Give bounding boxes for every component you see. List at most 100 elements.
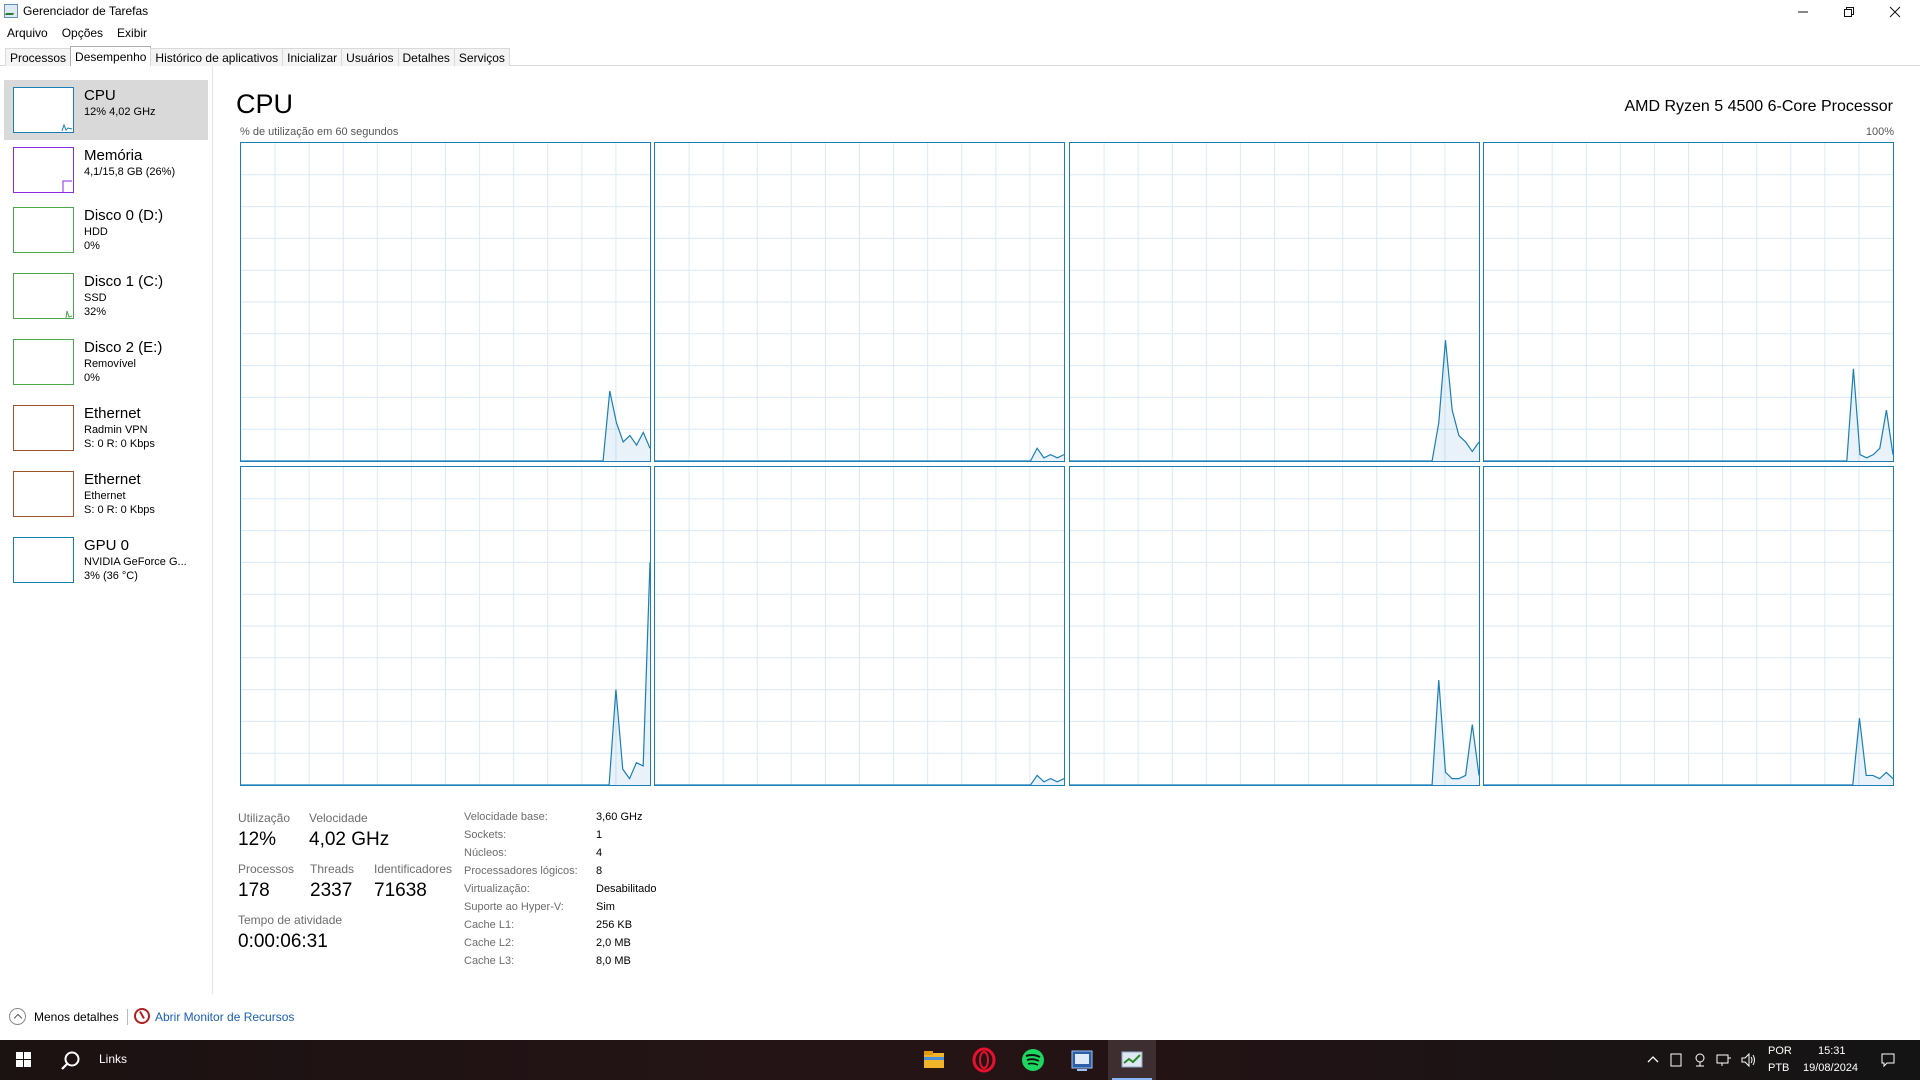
stat-uptime-value: 0:00:06:31 [238,931,328,952]
webcam-icon[interactable] [1692,1052,1708,1068]
sidebar-item-detail: Radmin VPN [84,424,148,436]
spec-l3-label: Cache L3: [464,955,515,967]
footer-divider [127,1009,128,1025]
search-icon[interactable] [60,1050,82,1072]
sidebar-item-detail: Removível [84,358,136,370]
spec-hyperv-label: Suporte ao Hyper-V: [464,901,564,913]
sidebar-item-memoria[interactable]: Memória 4,1/15,8 GB (26%) [4,140,208,200]
utilization-caption: % de utilização em 60 segundos [240,126,399,138]
keyboard-layout[interactable]: PTB [1768,1062,1789,1074]
disk-thumbnail [13,339,74,385]
tab-desempenho[interactable]: Desempenho [70,46,152,66]
task-manager-icon [4,4,18,18]
sidebar-item-detail-2: 32% [84,306,107,318]
volume-icon[interactable] [1740,1052,1756,1068]
sidebar-item-detail: NVIDIA GeForce G... [84,556,187,568]
tab-processos[interactable]: Processos [5,48,72,66]
stat-threads-label: Threads [310,862,355,876]
network-thumbnail [13,405,74,451]
notifications-icon[interactable] [1880,1052,1896,1068]
sidebar-item-cpu[interactable]: CPU 12% 4,02 GHz [4,80,208,140]
restore-icon [1844,7,1854,17]
sidebar-item-detail-2: S: 0 R: 0 Kbps [84,438,155,450]
sidebar-item-detail-2: 0% [84,240,100,252]
spec-l2-label: Cache L2: [464,937,515,949]
stat-proc-label: Processos [238,862,295,876]
menu-arquivo[interactable]: Arquivo [0,24,55,44]
sidebar-item-disco-2[interactable]: Disco 2 (E:) Removível 0% [4,332,208,392]
sidebar-item-ethernet[interactable]: Ethernet Ethernet S: 0 R: 0 Kbps [4,464,208,524]
close-icon [1889,6,1901,18]
spec-base-speed-value: 3,60 GHz [596,811,643,823]
spec-l1-value: 256 KB [596,919,633,931]
menu-opcoes[interactable]: Opções [55,24,110,44]
resource-monitor-icon [134,1008,150,1024]
file-explorer-icon [924,1051,944,1068]
spec-sockets-label: Sockets: [464,829,507,841]
sidebar-item-detail-2: 3% (36 °C) [84,570,138,582]
max-percent-label: 100% [1865,126,1894,138]
memory-thumbnail [13,147,74,193]
spec-logical-label: Processadores lógicos: [464,865,578,877]
title-bar: Gerenciador de Tarefas [0,0,1920,24]
core-graph-7 [1483,466,1894,786]
tab-usuarios[interactable]: Usuários [341,48,399,66]
stat-util-label: Utilização [238,811,291,825]
language-code[interactable]: POR [1768,1045,1792,1057]
spec-virtualization-value: Desabilitado [596,883,657,895]
stat-handles-label: Identificadores [374,862,453,876]
sidebar-item-label: Ethernet [84,405,141,422]
stat-speed-label: Velocidade [309,811,368,825]
sidebar-item-label: Disco 1 (C:) [84,273,164,290]
taskbar-file-explorer[interactable] [910,1040,958,1080]
window-title: Gerenciador de Tarefas [23,4,149,18]
sidebar-item-ethernet-radmin[interactable]: Ethernet Radmin VPN S: 0 R: 0 Kbps [4,398,208,458]
spec-cores-value: 4 [596,847,603,859]
taskbar-spotify[interactable] [1009,1040,1057,1080]
start-button[interactable] [0,1040,48,1080]
sidebar-item-disco-1[interactable]: Disco 1 (C:) SSD 32% [4,266,208,326]
tab-historico[interactable]: Histórico de aplicativos [150,48,284,66]
sidebar-item-disco-0[interactable]: Disco 0 (D:) HDD 0% [4,200,208,260]
sidebar-item-label: CPU [84,87,116,104]
spotify-icon [1022,1049,1044,1071]
disk-thumbnail [13,207,74,253]
taskbar-app[interactable] [1058,1040,1106,1080]
spec-hyperv-value: Sim [596,901,615,913]
tab-servicos[interactable]: Serviços [453,48,510,66]
taskbar-search-label[interactable]: Links [99,1052,127,1066]
sidebar-item-gpu-0[interactable]: GPU 0 NVIDIA GeForce G... 3% (36 °C) [4,530,208,590]
tab-detalhes[interactable]: Detalhes [397,48,455,66]
tablet-icon[interactable] [1668,1052,1684,1068]
taskbar-task-manager[interactable] [1108,1040,1156,1080]
processor-name: AMD Ryzen 5 4500 6-Core Processor [1624,98,1893,115]
network-icon[interactable] [1716,1052,1732,1068]
sidebar-item-label: Disco 0 (D:) [84,207,164,224]
minimize-button[interactable] [1780,0,1826,24]
menu-exibir[interactable]: Exibir [110,24,154,44]
less-details-button[interactable]: Menos detalhes [34,1010,119,1024]
windows-logo-icon [16,1052,23,1059]
sidebar-item-detail: HDD [84,226,108,238]
sidebar-item-label: GPU 0 [84,537,130,554]
tab-bar: Processos Desempenho Histórico de aplica… [0,46,1920,66]
core-graph-4 [240,466,651,786]
sidebar-item-detail: 12% 4,02 GHz [84,106,156,118]
restore-button[interactable] [1826,0,1872,24]
clock-time[interactable]: 15:31 [1818,1045,1846,1057]
spec-logical-value: 8 [596,865,603,877]
clock-date[interactable]: 19/08/2024 [1803,1062,1858,1074]
chevron-up-icon[interactable] [9,1008,26,1025]
stat-handles-value: 71638 [374,880,427,901]
sidebar-item-detail-2: S: 0 R: 0 Kbps [84,504,155,516]
core-graph-6 [1069,466,1480,786]
stat-proc-value: 178 [238,880,270,901]
chevron-up-icon[interactable] [1645,1052,1661,1068]
tab-inicializar[interactable]: Inicializar [282,48,343,66]
spec-l3-value: 8,0 MB [596,955,631,967]
taskbar-opera[interactable] [960,1040,1008,1080]
opera-icon [972,1047,996,1073]
sidebar-item-detail: 4,1/15,8 GB (26%) [84,166,176,178]
open-resource-monitor-link[interactable]: Abrir Monitor de Recursos [155,1010,294,1024]
close-button[interactable] [1872,0,1918,24]
